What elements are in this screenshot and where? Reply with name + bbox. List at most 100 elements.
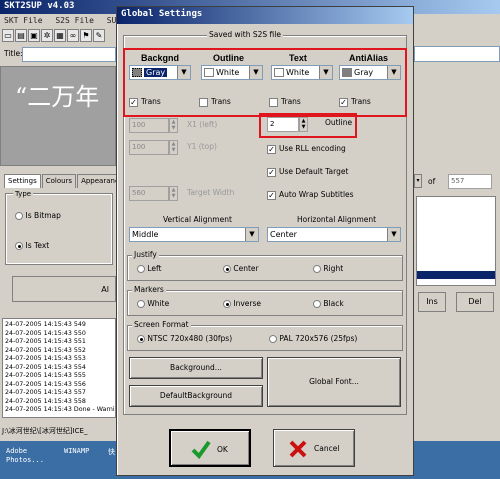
y1-field[interactable]: 100: [129, 140, 169, 155]
checkmark-icon: ✓: [267, 144, 276, 154]
tab-settings[interactable]: Settings: [4, 174, 41, 188]
radio-icon: [313, 265, 321, 273]
backgnd-trans-checkbox[interactable]: ✓ Trans: [129, 97, 161, 107]
vertical-alignment-select[interactable]: Middle ▼: [129, 227, 259, 242]
tab-colours[interactable]: Colours: [41, 174, 77, 188]
radio-icon: [15, 211, 23, 220]
backgnd-header: Backgnd: [141, 53, 180, 63]
checkmark-icon: ✓: [339, 97, 348, 107]
target-width-label: Target Width: [187, 188, 235, 197]
chevron-down-icon[interactable]: ▼: [387, 66, 400, 79]
antialias-color-select[interactable]: Gray ▼: [339, 65, 401, 80]
use-rll-checkbox[interactable]: ✓ Use RLL encoding: [267, 144, 346, 154]
log-line: 24-07-2005 14:15:43 549: [5, 321, 86, 328]
type-text-option[interactable]: Is Text: [15, 241, 49, 250]
selected-row[interactable]: [417, 271, 495, 279]
spin-down-icon[interactable]: ▾: [414, 174, 422, 188]
right-preview-area: [414, 66, 500, 166]
ins-button[interactable]: Ins: [418, 292, 446, 312]
y1-spinner-icon[interactable]: ▲ ▼: [169, 140, 178, 155]
backgnd-swatch: [132, 68, 142, 77]
save-icon[interactable]: ▣: [28, 29, 40, 42]
chevron-down-icon[interactable]: ▼: [319, 66, 332, 79]
global-settings-dialog: Global Settings Saved with S2S file Back…: [116, 6, 414, 476]
right-title-field[interactable]: [414, 46, 500, 62]
horizontal-alignment-label: Horizontal Alignment: [297, 215, 377, 224]
target-width-spinner-icon[interactable]: ▲ ▼: [169, 186, 178, 201]
justify-left-option[interactable]: Left: [137, 264, 162, 273]
chevron-down-icon[interactable]: ▼: [249, 66, 262, 79]
radio-selected-icon: [137, 335, 145, 343]
log-line: 24-07-2005 14:15:43 551: [5, 338, 86, 345]
target-width-field[interactable]: 560: [129, 186, 169, 201]
use-default-target-checkbox[interactable]: ✓ Use Default Target: [267, 167, 348, 177]
title-input[interactable]: [22, 47, 116, 62]
outline-width-field[interactable]: 2: [267, 117, 299, 132]
justify-right-option[interactable]: Right: [313, 264, 343, 273]
outline-width-label: Outline: [325, 118, 353, 127]
antialias-swatch: [342, 68, 352, 77]
backgnd-color-select[interactable]: Gray ▼: [129, 65, 191, 80]
auto-wrap-checkbox[interactable]: ✓ Auto Wrap Subtitles: [267, 190, 354, 200]
flag-icon[interactable]: ⚑: [80, 29, 92, 42]
justify-center-option[interactable]: Center: [223, 264, 259, 273]
log-line: 24-07-2005 14:15:43 552: [5, 346, 86, 354]
binoculars-icon[interactable]: ∞: [67, 29, 79, 42]
x1-label: X1 (left): [187, 120, 218, 129]
antialias-trans-checkbox[interactable]: ✓ Trans: [339, 97, 371, 107]
cancel-button[interactable]: Cancel: [273, 429, 355, 467]
settings-gear-icon[interactable]: ✲: [41, 29, 53, 42]
markers-white-option[interactable]: White: [137, 299, 169, 308]
log-line: 24-07-2005 14:15:43 550: [5, 329, 86, 337]
chevron-down-icon[interactable]: ▼: [245, 228, 258, 241]
subtitle-list[interactable]: [416, 196, 496, 286]
x1-spinner-icon[interactable]: ▲ ▼: [169, 118, 178, 133]
background-button[interactable]: Background...: [129, 357, 263, 379]
print-icon[interactable]: ▦: [54, 29, 66, 42]
outline-spinner-icon[interactable]: ▲ ▼: [299, 117, 308, 132]
page-total-field[interactable]: 557: [448, 174, 492, 189]
new-file-icon[interactable]: ▭: [2, 29, 14, 42]
pal-option[interactable]: PAL 720x576 (25fps): [269, 334, 357, 343]
y1-label: Y1 (top): [187, 142, 217, 151]
del-button[interactable]: Del: [456, 292, 494, 312]
page-nav: ▾ of 557: [414, 174, 500, 190]
justify-group: [127, 255, 403, 281]
text-color-select[interactable]: White ▼: [271, 65, 333, 80]
menu-s2s-file[interactable]: S2S File: [55, 16, 94, 25]
subtitle-preview: “二万年: [0, 66, 116, 166]
outline-trans-checkbox[interactable]: Trans: [199, 97, 231, 107]
chevron-down-icon[interactable]: ▼: [387, 228, 400, 241]
x1-field[interactable]: 100: [129, 118, 169, 133]
log-line: 24-07-2005 14:15:43 558: [5, 397, 86, 405]
checkbox-box: [269, 97, 278, 107]
app-toolbar: ▭ ▤ ▣ ✲ ▦ ∞ ⚑ ✎: [0, 28, 116, 44]
ok-button[interactable]: OK: [169, 429, 251, 467]
right-lower-area: [414, 318, 500, 438]
outline-color-select[interactable]: White ▼: [201, 65, 263, 80]
markers-inverse-option[interactable]: Inverse: [223, 299, 261, 308]
default-background-button[interactable]: DefaultBackground: [129, 385, 263, 407]
radio-selected-icon: [15, 241, 23, 250]
taskbar-winamp[interactable]: WINAMP: [64, 447, 89, 455]
menu-skt-file[interactable]: SKT File: [4, 16, 43, 25]
ntsc-option[interactable]: NTSC 720x480 (30fps): [137, 334, 232, 343]
type-bitmap-option[interactable]: Is Bitmap: [15, 211, 61, 220]
text-trans-checkbox[interactable]: Trans: [269, 97, 301, 107]
pencil-icon[interactable]: ✎: [93, 29, 105, 42]
markers-black-option[interactable]: Black: [313, 299, 344, 308]
radio-icon: [269, 335, 277, 343]
horizontal-alignment-select[interactable]: Center ▼: [267, 227, 401, 242]
settings-tabs: Settings Colours Appearance: [4, 174, 128, 188]
page-of-label: of: [428, 177, 436, 186]
log-line: 24-07-2005 14:15:43 557: [5, 389, 86, 396]
global-font-button[interactable]: Global Font...: [267, 357, 401, 407]
log-list: 24-07-2005 14:15:43 549 24-07-2005 14:15…: [2, 318, 116, 418]
all-button[interactable]: Al: [12, 276, 116, 302]
markers-label: Markers: [132, 285, 166, 294]
taskbar-photoshop[interactable]: Adobe Photos...: [6, 447, 44, 465]
open-folder-icon[interactable]: ▤: [15, 29, 27, 42]
title-label: Title:: [4, 49, 23, 58]
taskbar-item[interactable]: 快: [108, 447, 115, 457]
chevron-down-icon[interactable]: ▼: [177, 66, 190, 79]
